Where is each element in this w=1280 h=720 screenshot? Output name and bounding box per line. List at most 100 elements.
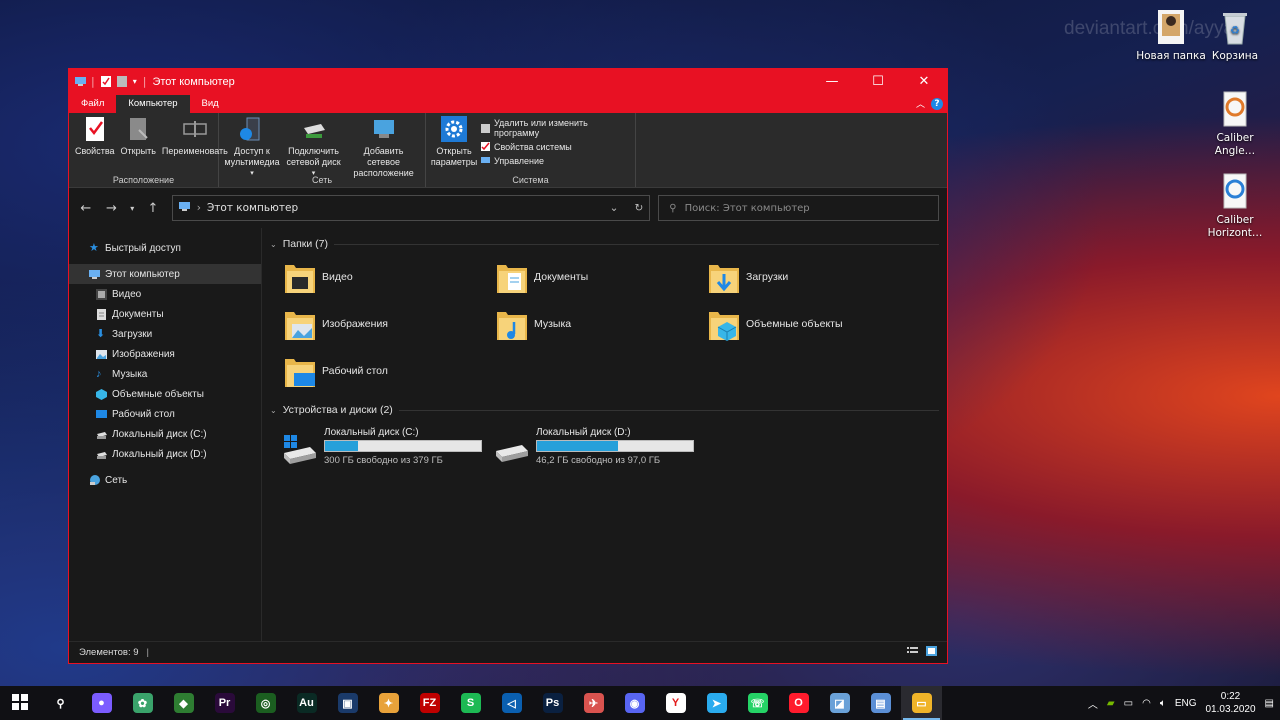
desktop-icon-recycle-bin[interactable]: ♻ Корзина [1200,8,1270,63]
help-icon[interactable]: ? [931,97,943,110]
minimize-button[interactable]: — [809,69,855,94]
sidebar-item-documents[interactable]: Документы [69,304,261,324]
ribbon-group-label: Система [512,175,549,185]
taskbar-app-photoshop[interactable]: Ps [532,686,573,720]
taskbar-app-filezilla[interactable]: FZ [409,686,450,720]
wifi-icon[interactable]: ◠ [1142,698,1151,709]
taskbar-app-telegram[interactable]: ➤ [696,686,737,720]
explorer-window: | ▾ | Этот компьютер — ☐ ✕ Файл Компьюте… [68,68,948,664]
taskbar-app-app9[interactable]: ✦ [368,686,409,720]
sidebar-item-quick-access[interactable]: ★ Быстрый доступ [69,238,261,258]
show-hidden-icons-icon[interactable]: ︿ [1088,696,1098,711]
tab-file[interactable]: Файл [69,95,117,113]
sidebar-item-downloads[interactable]: ⬇ Загрузки [69,324,261,344]
breadcrumb[interactable]: Этот компьютер [207,202,298,214]
folder-music[interactable]: Музыка [496,306,708,342]
details-view-icon[interactable] [907,646,918,659]
sidebar-item-network[interactable]: Сеть [69,470,261,490]
start-button[interactable] [0,693,40,713]
sidebar-item-drive-d[interactable]: Локальный диск (D:) [69,444,261,464]
open-icon [125,116,151,142]
downloads-icon: ⬇ [96,327,106,340]
breadcrumb-separator-icon: › [196,202,201,214]
title-bar[interactable]: | ▾ | Этот компьютер — ☐ ✕ [69,69,947,94]
up-arrow-icon[interactable]: ↑ [144,201,162,216]
drive-icon [494,433,530,469]
sidebar-item-music[interactable]: ♪ Музыка [69,364,261,384]
taskbar-app-premiere[interactable]: Pr [204,686,245,720]
folder-documents[interactable]: Документы [496,259,708,295]
taskbar-app-search[interactable]: ⚲ [40,686,81,720]
folder-videos[interactable]: Видео [284,259,496,295]
app4-icon: ◆ [173,693,194,713]
sidebar-item-this-pc[interactable]: Этот компьютер [69,264,261,284]
volume-icon[interactable]: 🔈︎ [1160,698,1166,709]
nvidia-icon[interactable]: ▰ [1107,698,1115,709]
taskbar-app-opera[interactable]: O [778,686,819,720]
address-bar[interactable]: › Этот компьютер ⌄ ↻ [171,195,651,221]
app21-icon: ▤ [870,693,891,713]
taskbar-app-app14[interactable]: ✈ [573,686,614,720]
tab-view[interactable]: Вид [190,95,231,113]
large-icons-view-icon[interactable] [926,646,937,659]
sidebar-item-3d-objects[interactable]: Объемные объекты [69,384,261,404]
desktop-icon-caliber-horizont[interactable]: Caliber Horizont… [1200,172,1270,240]
sidebar-item-pictures[interactable]: Изображения [69,344,261,364]
customize-dropdown-icon[interactable]: ▾ [133,77,137,86]
taskbar-app-app6[interactable]: ◎ [245,686,286,720]
taskbar-app-discord[interactable]: ◉ [614,686,655,720]
documents-icon [96,308,107,320]
pictures-folder-icon [284,306,316,342]
desktop-icon-caliber-angle[interactable]: Caliber Angle… [1200,90,1270,158]
close-button[interactable]: ✕ [901,69,947,94]
taskbar-app-app21[interactable]: ▤ [860,686,901,720]
address-dropdown-icon[interactable]: ⌄ [610,202,619,214]
drives-section-header[interactable]: ⌄ Устройства и диски (2) [270,399,947,421]
taskbar-app-alice[interactable]: ● [81,686,122,720]
system-tray: ︿ ▰ ▭ ◠ 🔈︎ ENG 0:22 01.03.2020 ▤ [1088,690,1280,716]
taskbar-app-audition[interactable]: Au [286,686,327,720]
properties-icon[interactable] [100,76,111,87]
video-icon [96,288,107,300]
drive-d[interactable]: Локальный диск (D:) 46,2 ГБ свободно из … [494,427,694,469]
management-button[interactable]: Управление [480,155,631,166]
uninstall-program-button[interactable]: Удалить или изменить программу [480,118,631,138]
tab-computer[interactable]: Компьютер [116,95,190,113]
notifications-icon[interactable]: ▤ [1265,698,1274,709]
folder-3d-objects[interactable]: Объемные объекты [708,306,920,342]
taskbar-app-app4[interactable]: ◆ [163,686,204,720]
system-properties-button[interactable]: Свойства системы [480,141,631,152]
clock[interactable]: 0:22 01.03.2020 [1205,690,1255,716]
date: 01.03.2020 [1205,704,1256,715]
app20-icon: ◪ [829,693,850,713]
taskbar-app-yandex[interactable]: Y [655,686,696,720]
taskbar-app-vscode[interactable]: ◁ [491,686,532,720]
back-arrow-icon[interactable]: ← [77,201,95,216]
navigation-pane: ★ Быстрый доступ Этот компьютер Видео До… [69,228,262,646]
recent-locations-icon[interactable]: ▾ [128,204,136,213]
maximize-button[interactable]: ☐ [855,69,901,94]
search-box[interactable]: ⚲ Поиск: Этот компьютер [658,195,939,221]
sidebar-item-drive-c[interactable]: Локальный диск (C:) [69,424,261,444]
language-indicator[interactable]: ENG [1175,698,1197,709]
new-folder-icon[interactable] [116,76,127,87]
taskbar-app-explorer[interactable]: ▭ [901,686,942,720]
sidebar-item-desktop[interactable]: Рабочий стол [69,404,261,424]
taskbar-app-app20[interactable]: ◪ [819,686,860,720]
taskbar-app-whatsapp[interactable]: ☏ [737,686,778,720]
sidebar-item-videos[interactable]: Видео [69,284,261,304]
forward-arrow-icon[interactable]: → [103,201,121,216]
taskbar-app-app11[interactable]: S [450,686,491,720]
taskbar-app-app3[interactable]: ✿ [122,686,163,720]
folders-section-header[interactable]: ⌄ Папки (7) [270,233,947,255]
network-icon [89,474,100,486]
network-icon[interactable]: ▭ [1124,698,1133,709]
taskbar-app-virtualbox[interactable]: ▣ [327,686,368,720]
folder-pictures[interactable]: Изображения [284,306,496,342]
collapse-ribbon-icon[interactable]: ︿ [916,97,925,110]
folder-downloads[interactable]: Загрузки [708,259,920,295]
folder-desktop[interactable]: Рабочий стол [284,353,496,389]
desktop-icon-new-folder[interactable]: Новая папка [1136,8,1206,63]
drive-c[interactable]: Локальный диск (C:) 300 ГБ свободно из 3… [282,427,482,469]
refresh-icon[interactable]: ↻ [634,202,643,214]
